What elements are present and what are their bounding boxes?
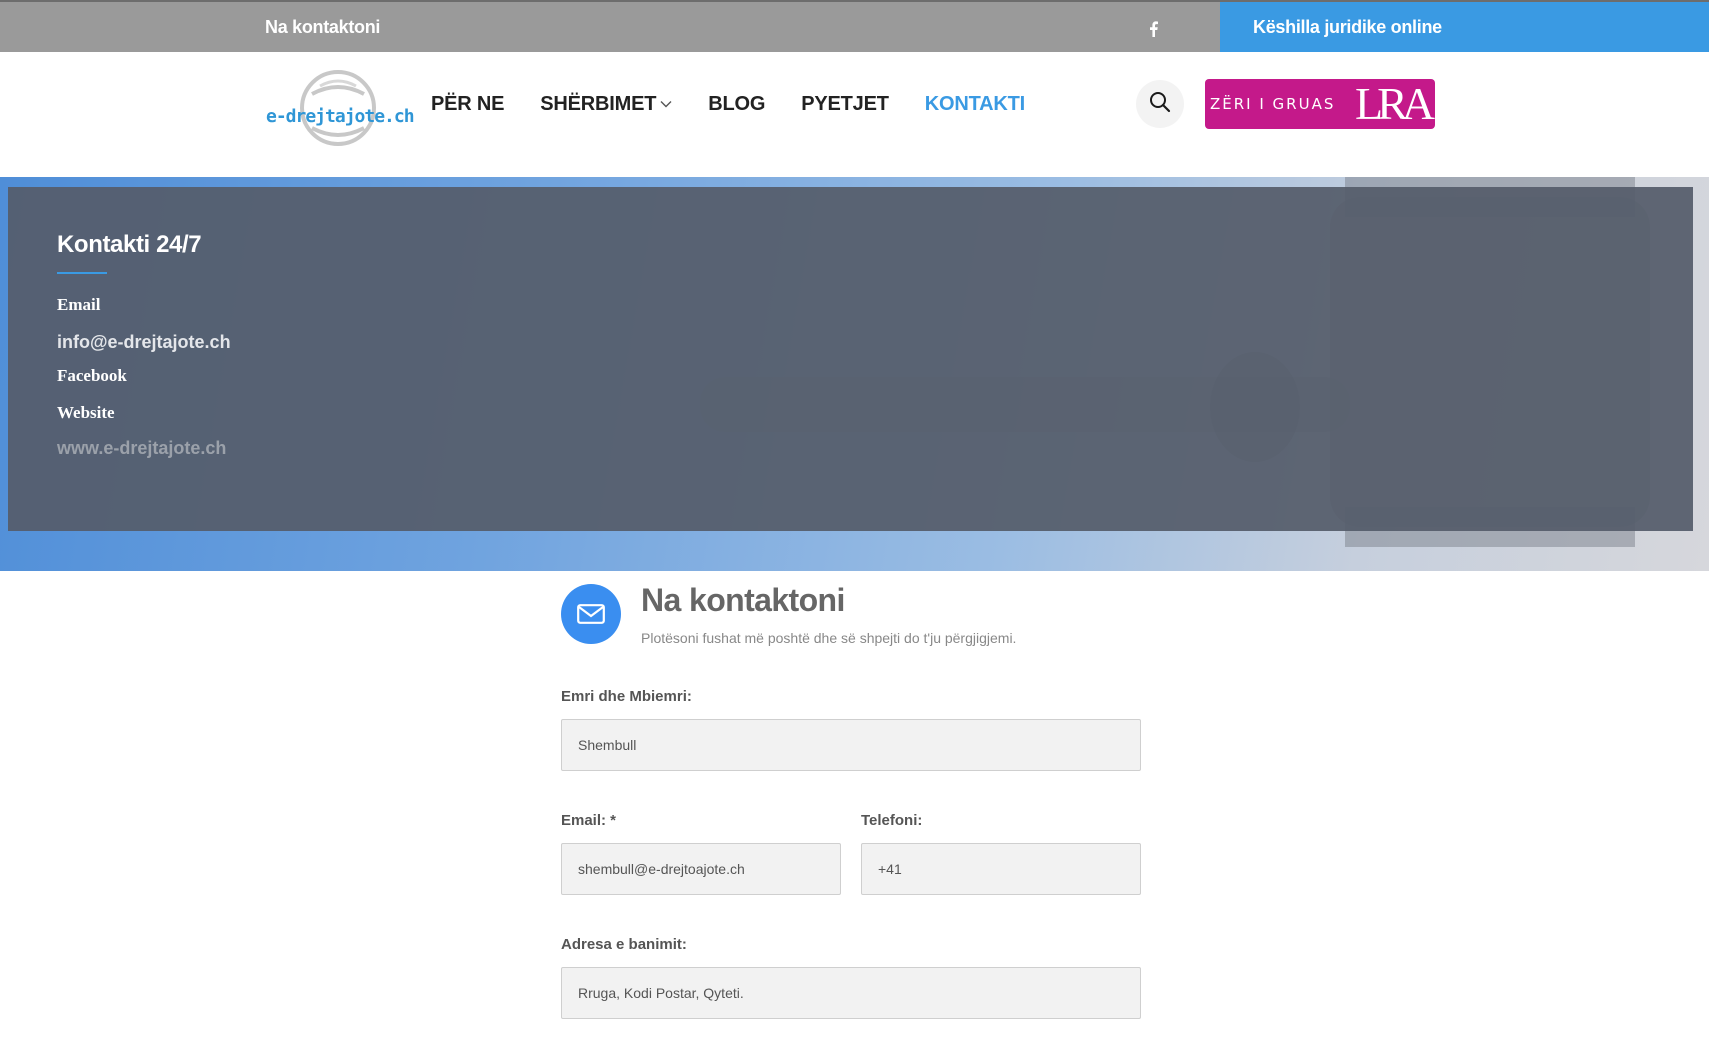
nav-item-sherbimet[interactable]: SHËRBIMET [540, 93, 672, 116]
search-button[interactable] [1136, 80, 1184, 128]
main-nav: PËR NE SHËRBIMET BLOG PYETJET KONTAKTI [431, 52, 1061, 156]
form-title: Na kontaktoni [641, 582, 845, 618]
facebook-label[interactable]: Facebook [57, 366, 127, 386]
envelope-icon [561, 584, 621, 644]
title-underline [57, 272, 107, 274]
site-header: e-drejtajote.ch PËR NE SHËRBIMET BLOG PY… [0, 52, 1709, 177]
nav-item-kontakti[interactable]: KONTAKTI [925, 93, 1025, 116]
name-field[interactable] [561, 719, 1141, 771]
address-label: Adresa e banimit: [561, 936, 687, 953]
phone-field[interactable] [861, 843, 1141, 895]
chevron-down-icon [660, 100, 672, 108]
email-link[interactable]: info@e-drejtajote.ch [57, 332, 231, 353]
hero-section: Kontakti 24/7 Email info@e-drejtajote.ch… [0, 177, 1709, 571]
phone-label: Telefoni: [861, 812, 923, 829]
website-label: Website [57, 403, 115, 422]
site-logo[interactable]: e-drejtajote.ch [264, 66, 415, 146]
online-legal-advice-button[interactable]: Këshilla juridike online [1220, 2, 1709, 52]
topbar-contact-link[interactable]: Na kontaktoni [265, 2, 380, 52]
banner-text: ZËRI I GRUAS [1210, 95, 1336, 113]
banner-logo-mark: LRA [1355, 79, 1435, 129]
nav-item-pyetjet[interactable]: PYETJET [801, 93, 889, 116]
search-icon [1149, 91, 1171, 118]
form-subtitle: Plotësoni fushat më poshtë dhe së shpejt… [641, 630, 1017, 646]
address-field[interactable] [561, 967, 1141, 1019]
email-label: Email [57, 295, 101, 314]
zeri-i-gruas-banner[interactable]: ZËRI I GRUAS LRA [1205, 79, 1435, 129]
email-field-label: Email: * [561, 812, 617, 829]
contact-24-7-title: Kontakti 24/7 [57, 231, 202, 258]
nav-item-blog[interactable]: BLOG [708, 93, 765, 116]
nav-item-per-ne[interactable]: PËR NE [431, 93, 504, 116]
top-bar: Na kontaktoni Këshilla juridike online [0, 0, 1709, 52]
contact-info-panel: Kontakti 24/7 Email info@e-drejtajote.ch… [8, 187, 1693, 531]
logo-text: e-drejtajote.ch [266, 106, 415, 127]
facebook-icon[interactable] [1146, 19, 1160, 39]
website-link[interactable]: www.e-drejtajote.ch [57, 438, 226, 459]
email-field[interactable] [561, 843, 841, 895]
name-label: Emri dhe Mbiemri: [561, 688, 692, 705]
